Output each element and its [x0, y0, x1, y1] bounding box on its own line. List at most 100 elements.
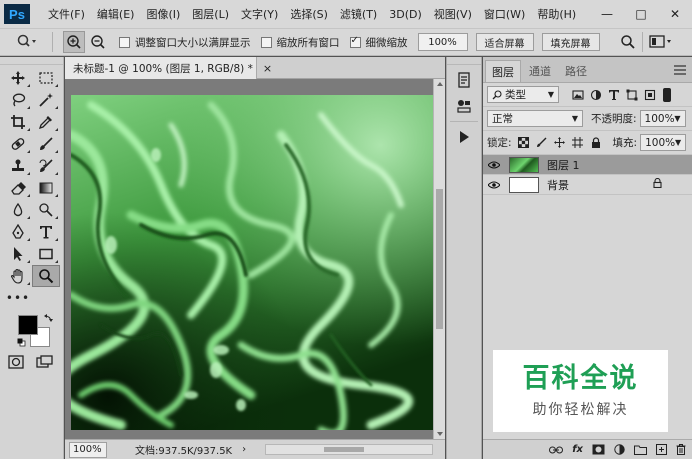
- menu-3d[interactable]: 3D(D): [383, 8, 428, 21]
- layer-name[interactable]: 背景: [547, 177, 569, 193]
- tab-channels[interactable]: 通道: [523, 60, 557, 82]
- filter-shape-layers[interactable]: [623, 86, 641, 104]
- adjustment-icon[interactable]: [614, 444, 625, 455]
- default-colors-icon[interactable]: [17, 337, 26, 347]
- fit-screen-button[interactable]: 适合屏幕: [475, 33, 534, 51]
- zoom-all-box[interactable]: [260, 36, 272, 48]
- lasso-tool[interactable]: [4, 89, 32, 111]
- quick-select-tool[interactable]: [32, 89, 60, 111]
- swap-colors-icon[interactable]: [44, 313, 54, 326]
- history-brush-tool[interactable]: [32, 155, 60, 177]
- screen-mode-button[interactable]: [36, 355, 54, 372]
- blend-mode-select[interactable]: 正常 ▼: [487, 110, 583, 127]
- path-selection-tool[interactable]: [4, 243, 32, 265]
- trash-icon[interactable]: [676, 444, 686, 455]
- search-button[interactable]: [620, 34, 636, 50]
- brush-tool[interactable]: [32, 133, 60, 155]
- filter-smart-objects[interactable]: [641, 86, 659, 104]
- panel-grip[interactable]: [447, 57, 481, 65]
- zoom-all-checkbox[interactable]: 缩放所有窗口: [260, 35, 340, 50]
- menu-help[interactable]: 帮助(H): [531, 6, 582, 22]
- opacity-field[interactable]: 100% ▼: [639, 110, 686, 127]
- mask-icon[interactable]: [592, 444, 605, 455]
- zoom-out-button[interactable]: [87, 31, 109, 53]
- zoom-percent-field[interactable]: 100%: [417, 33, 468, 51]
- layer-row-background[interactable]: 背景: [483, 175, 692, 195]
- close-window-button[interactable]: ✕: [658, 3, 692, 25]
- filter-type-layers[interactable]: [605, 86, 623, 104]
- visibility-eye-icon[interactable]: [483, 181, 505, 189]
- tab-layers[interactable]: 图层: [485, 60, 521, 82]
- move-tool[interactable]: [4, 67, 32, 89]
- lock-image-pixels[interactable]: [533, 134, 551, 152]
- eyedropper-tool[interactable]: [32, 111, 60, 133]
- fill-field[interactable]: 100% ▼: [640, 134, 687, 151]
- visibility-eye-icon[interactable]: [483, 161, 505, 169]
- menu-edit[interactable]: 编辑(E): [91, 6, 141, 22]
- scroll-down-arrow-icon[interactable]: [437, 432, 443, 436]
- layer-lock-icon[interactable]: [653, 177, 662, 191]
- menu-file[interactable]: 文件(F): [42, 6, 91, 22]
- filter-kind-select[interactable]: 类型 ▼: [487, 86, 559, 103]
- menu-image[interactable]: 图像(I): [140, 6, 186, 22]
- link-icon[interactable]: [549, 446, 564, 454]
- minimize-button[interactable]: —: [590, 3, 624, 25]
- rectangle-tool[interactable]: [32, 243, 60, 265]
- scroll-up-arrow-icon[interactable]: [437, 82, 443, 86]
- tool-preset-picker[interactable]: [8, 31, 46, 53]
- hand-tool[interactable]: [4, 265, 32, 287]
- menu-filter[interactable]: 滤镜(T): [334, 6, 383, 22]
- edit-toolbar-button[interactable]: •••: [4, 289, 32, 307]
- menu-type[interactable]: 文字(Y): [235, 6, 284, 22]
- filter-pixel-layers[interactable]: [569, 86, 587, 104]
- fx-icon[interactable]: fx: [572, 444, 583, 455]
- group-icon[interactable]: [634, 445, 647, 455]
- horizontal-scrollbar[interactable]: [265, 444, 433, 455]
- quick-mask-button[interactable]: [8, 355, 24, 372]
- menu-view[interactable]: 视图(V): [428, 6, 478, 22]
- status-zoom-field[interactable]: 100%: [69, 441, 107, 458]
- horizontal-scroll-thumb[interactable]: [324, 447, 364, 452]
- lock-transparent-pixels[interactable]: [515, 134, 533, 152]
- layer-name[interactable]: 图层 1: [547, 157, 580, 173]
- maximize-button[interactable]: □: [624, 3, 658, 25]
- workspace-switcher[interactable]: [648, 34, 673, 50]
- menu-layer[interactable]: 图层(L): [186, 6, 235, 22]
- document-size-info[interactable]: 文档:937.5K/937.5K: [135, 442, 232, 457]
- canvas-image[interactable]: [71, 95, 433, 430]
- resize-windows-box[interactable]: [119, 36, 130, 48]
- panel-grip[interactable]: [0, 57, 63, 65]
- properties-panel-button[interactable]: [450, 95, 478, 117]
- filter-toggle-switch[interactable]: [663, 87, 671, 102]
- menu-window[interactable]: 窗口(W): [478, 6, 531, 22]
- resize-windows-checkbox[interactable]: 调整窗口大小以满屏显示: [119, 35, 251, 50]
- pen-tool[interactable]: [4, 221, 32, 243]
- fill-screen-button[interactable]: 填充屏幕: [541, 33, 600, 51]
- filter-adjustment-layers[interactable]: [587, 86, 605, 104]
- actions-panel-button[interactable]: [450, 126, 478, 148]
- marquee-tool[interactable]: [32, 67, 60, 89]
- history-panel-button[interactable]: [450, 69, 478, 91]
- crop-tool[interactable]: [4, 111, 32, 133]
- foreground-color-swatch[interactable]: [18, 315, 38, 335]
- lock-all[interactable]: [587, 134, 605, 152]
- vertical-scrollbar[interactable]: [433, 79, 445, 439]
- blur-tool[interactable]: [4, 199, 32, 221]
- clone-stamp-tool[interactable]: [4, 155, 32, 177]
- healing-brush-tool[interactable]: [4, 133, 32, 155]
- close-tab-icon[interactable]: ×: [263, 62, 272, 75]
- layer-row-layer1[interactable]: 图层 1: [483, 155, 692, 175]
- canvas-viewport[interactable]: [65, 79, 433, 439]
- tab-paths[interactable]: 路径: [559, 60, 593, 82]
- new-layer-icon[interactable]: [656, 444, 667, 455]
- zoom-tool[interactable]: [32, 265, 60, 287]
- dodge-tool[interactable]: [32, 199, 60, 221]
- type-tool[interactable]: [32, 221, 60, 243]
- panel-menu-icon[interactable]: [674, 64, 686, 78]
- scrubby-zoom-checkbox[interactable]: 细微缩放: [349, 35, 408, 50]
- document-tab[interactable]: 未标题-1 @ 100% (图层 1, RGB/8) * ×: [65, 57, 272, 79]
- status-menu-arrow-icon[interactable]: ›: [242, 444, 246, 455]
- eraser-tool[interactable]: [4, 177, 32, 199]
- scrubby-zoom-box[interactable]: [349, 35, 361, 48]
- vertical-scroll-thumb[interactable]: [436, 189, 443, 329]
